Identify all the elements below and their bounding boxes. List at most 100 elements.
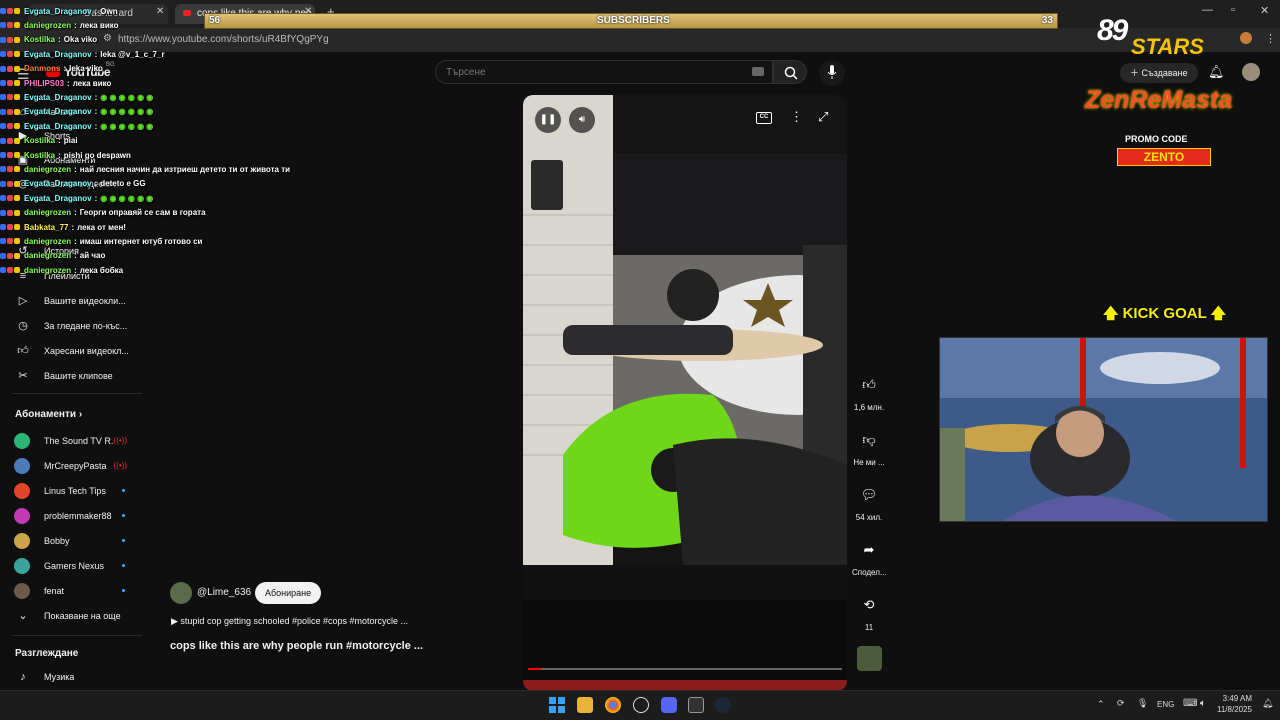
chat-username: daniegrozen [24,265,72,275]
search-box[interactable] [435,60,773,84]
channel-avatar [14,582,30,599]
keyboard-icon[interactable] [752,67,764,76]
notifications-bell-icon[interactable]: 🔔︎ [1208,64,1225,80]
tray-chevron-icon[interactable]: ⌃ [1097,699,1105,710]
subscription-item[interactable]: Linus Tech Tips [0,478,145,503]
chat-username: Babkata_77 [24,222,69,232]
chat-badge-icon [0,108,6,115]
subscription-item[interactable]: The Sound TV R... ((•)) [0,428,145,453]
subscription-item[interactable]: fenat [0,578,145,603]
obs-icon[interactable] [633,697,649,713]
fullscreen-icon[interactable]: ⤢ [818,109,828,125]
subscription-item[interactable]: Bobby [0,528,145,553]
steam-icon[interactable] [715,697,731,713]
streamer-webcam [939,337,1268,522]
chat-separator: : [74,251,77,261]
file-explorer-icon[interactable] [577,697,593,713]
chat-badge-icon [7,51,13,58]
plus-icon: ＋ [1130,68,1142,78]
chat-text: leka @v_1_c_7_r [100,49,165,59]
channel-handle[interactable]: @Lime_636 [197,587,251,598]
volume-button[interactable]: 🔊︎ [569,107,595,133]
close-tab-icon[interactable]: ✕ [156,6,164,17]
account-avatar[interactable] [1242,63,1260,81]
chat-separator: : [58,136,61,146]
chat-badge-icon [14,80,20,86]
chat-username: daniegrozen [24,251,72,261]
profile-avatar-icon[interactable] [1240,32,1252,44]
discord-icon[interactable] [661,697,677,713]
chat-username: Evgata_Draganov [24,107,92,117]
sidebar-divider [12,635,142,636]
chat-separator: : [74,164,77,174]
arrow-up-icon: 🡅 [1103,305,1123,322]
short-description[interactable]: ▶ stupid cop getting schooled #police #c… [171,616,408,627]
new-content-dot [122,514,125,517]
url-field[interactable]: https://www.youtube.com/shorts/uR4BfYQgP… [118,32,1098,48]
subscribers-goal-bar: 56 SUBSCRIBERS 33 [204,13,1058,29]
chat-badge-icon [7,152,13,158]
channel-avatar[interactable] [170,582,192,604]
like-action[interactable]: 👍︎ 1,6 млн. [852,372,886,412]
chrome-icon[interactable] [605,697,621,713]
short-video-player[interactable]: ❚❚ 🔊︎ CC ⋮ ⤢ [523,95,847,691]
sidebar-item-your-videos[interactable]: ▷ Вашите видеокли... [0,288,145,313]
chat-message: daniegrozen: имаш интернет ютуб готово си [0,234,202,248]
search-input[interactable] [436,61,736,83]
subscribe-button[interactable]: Абониране [255,582,322,604]
subscription-item[interactable]: Gamers Nexus [0,553,145,578]
chat-badge-icon [7,80,13,86]
chat-badge-icon [0,209,6,216]
search-button[interactable] [773,60,807,84]
video-progress-track[interactable] [528,668,842,670]
notification-bell-icon[interactable]: 🔔︎ [1262,698,1273,709]
language-indicator[interactable]: ENG [1157,700,1174,709]
chat-message: Babkata_77: лека от мен! [0,220,126,234]
captions-icon[interactable]: CC [756,112,772,124]
remix-action[interactable]: ⟲ 11 [852,592,886,632]
network-icon[interactable]: ⌨ [1183,698,1197,709]
chevron-down-icon: ⌄ [18,609,28,622]
watch-later-icon: ◷ [18,319,28,332]
create-button[interactable]: ＋ Създаване [1120,63,1198,83]
chat-message: Evgata_Draganov: ◉ ◉ ◉ ◉ ◉ ◉ [0,105,153,119]
chat-message: Evgata_Draganov: Own [0,4,118,18]
subscription-item[interactable]: problemmaker88 [0,503,145,528]
share-action[interactable]: ➦ Сподел... [852,537,887,577]
chat-badge-icon [7,224,13,230]
chat-username: Evgata_Draganov [24,179,92,189]
site-settings-icon[interactable]: ⚙ [103,33,112,44]
comment-action[interactable]: 💬︎ 54 хил. [852,482,886,522]
short-title[interactable]: cops like this are why people run #motor… [170,640,423,652]
arrow-up-icon: 🡅 [1206,305,1227,322]
audio-thumbnail[interactable] [857,646,882,671]
show-more-button[interactable]: ⌄ Показване на още [0,603,145,628]
chat-text: лека вико [79,20,119,30]
clock-time[interactable]: 3:49 AM [1216,694,1252,703]
pause-button[interactable]: ❚❚ [535,107,561,133]
speaker-icon[interactable]: 🔈︎ [1200,698,1206,709]
windows-start-icon[interactable] [549,697,565,713]
subscriptions-section-title[interactable]: Абонаменти › [15,409,82,420]
more-options-icon[interactable]: ⋮ [790,109,803,125]
dislike-action[interactable]: 👎︎ Не ми ... [852,427,886,467]
tray-microphone-icon[interactable]: 🎙︎ [1137,698,1148,709]
sidebar-item-liked[interactable]: 👍︎ Харесани видеокл... [0,338,145,363]
chat-username: Danmons [24,64,61,74]
clock-date[interactable]: 11/8/2025 [1212,705,1252,714]
kick-goal-banner: 🡅 KICK GOAL 🡅 [1103,305,1227,322]
chat-badge-icon [7,267,13,274]
subscription-item[interactable]: MrCreepyPasta ((•)) [0,453,145,478]
chat-username: Evgata_Draganov [24,92,92,102]
sidebar-item-music[interactable]: ♪ Музика [0,664,145,689]
chat-username: daniegrozen [24,20,72,30]
sidebar-item-watch-later[interactable]: ◷ За гледане по-къс... [0,313,145,338]
terminal-icon[interactable] [688,697,704,713]
window-close-icon[interactable]: ✕ [1260,4,1269,17]
live-icon: ((•)) [113,436,127,445]
sidebar-item-clips[interactable]: ✂ Вашите клипове [0,363,145,388]
menu-dots-icon[interactable]: ⋮ [1265,32,1276,45]
sync-icon[interactable]: ⟳ [1117,698,1125,709]
chat-separator: : [94,107,98,117]
voice-search-button[interactable] [819,60,845,86]
